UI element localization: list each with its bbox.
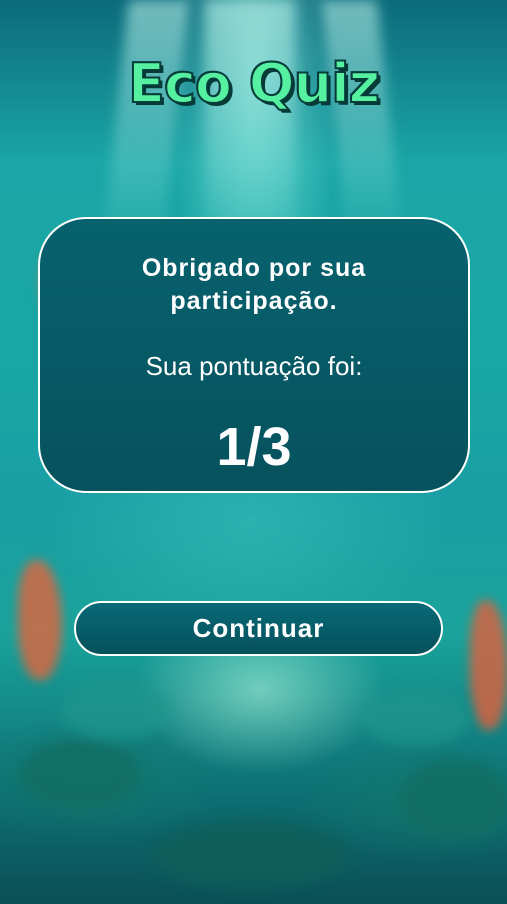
continue-button[interactable]: Continuar xyxy=(74,601,443,656)
score-label: Sua pontuação foi: xyxy=(145,351,363,381)
seafloor-rock xyxy=(400,760,507,840)
score-value: 1/3 xyxy=(216,417,292,477)
light-ray xyxy=(205,0,295,240)
seafloor-rock xyxy=(150,820,350,890)
red-coral xyxy=(18,560,62,680)
seafloor-rock xyxy=(20,740,140,810)
light-ray xyxy=(321,0,404,250)
result-card: Obrigado por sua participação. Sua pontu… xyxy=(38,217,470,493)
app-title: Eco Quiz xyxy=(127,51,381,116)
red-coral xyxy=(470,600,507,730)
quiz-result-screen: Eco Quiz Obrigado por sua participação. … xyxy=(0,0,507,904)
seafloor-rock xyxy=(60,680,170,740)
thanks-message: Obrigado por sua participação. xyxy=(141,254,367,315)
seafloor-rock xyxy=(360,690,470,745)
